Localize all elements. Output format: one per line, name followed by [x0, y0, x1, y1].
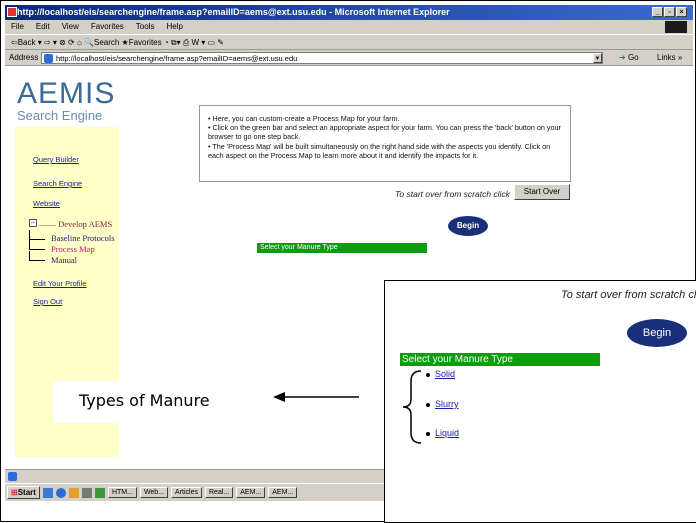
instructions-box: • Here, you can custom-create a Process …: [199, 105, 571, 182]
links-button[interactable]: Links »: [657, 50, 682, 66]
zoom-manure-type-bar[interactable]: Select your Manure Type: [400, 353, 600, 366]
tree-branch-line: [29, 230, 45, 240]
zoom-begin-button[interactable]: Begin: [627, 319, 687, 347]
ie-icon: [7, 7, 17, 17]
address-label: Address: [9, 53, 39, 62]
task-button[interactable]: AEM...: [236, 487, 266, 498]
begin-button[interactable]: Begin: [448, 216, 488, 236]
address-dropdown-icon[interactable]: ▼: [593, 53, 602, 63]
toolbar-buttons[interactable]: ⇦Back ▾ ⇨ ▾ ⊗ ⟳ ⌂ 🔍Search ★Favorites ◔ ⧉…: [11, 38, 224, 47]
start-button[interactable]: ⊞Start: [7, 486, 40, 499]
slide: http://localhost/eis/searchengine/frame.…: [0, 0, 696, 523]
task-button[interactable]: HTM...: [107, 487, 137, 498]
quicklaunch-app-icon[interactable]: [81, 487, 92, 498]
tree-item-process-map[interactable]: Process Map: [51, 244, 95, 254]
tree-branch-line: [29, 240, 45, 250]
task-button[interactable]: Articles: [171, 487, 202, 498]
sidebar-link-query-builder[interactable]: Query Builder: [33, 155, 79, 164]
menu-tools[interactable]: Tools: [136, 20, 155, 34]
status-ie-icon: [8, 472, 17, 481]
menu-file[interactable]: File: [11, 20, 24, 34]
callout-text: Types of Manure: [79, 391, 210, 410]
address-bar: Address http://localhost/eis/searchengin…: [5, 50, 693, 66]
task-button[interactable]: Real...: [205, 487, 234, 498]
aemis-logo: AEMIS Search Engine: [17, 79, 115, 123]
window-title: http://localhost/eis/searchengine/frame.…: [17, 7, 450, 17]
windows-flag-icon: ⊞: [11, 488, 18, 497]
manure-type-bar[interactable]: Select your Manure Type: [257, 243, 427, 253]
menu-help[interactable]: Help: [166, 20, 182, 34]
bullet-icon: [426, 373, 430, 377]
brace-icon: [402, 370, 422, 444]
maximize-button[interactable]: ▫: [664, 7, 675, 17]
start-over-text: To start over from scratch click: [395, 189, 510, 199]
callout-arrow-icon: [273, 392, 359, 402]
window-controls: _ ▫ ×: [652, 7, 687, 17]
menu-edit[interactable]: Edit: [36, 20, 50, 34]
menu-view[interactable]: View: [62, 20, 79, 34]
start-label: Start: [17, 488, 36, 497]
start-over-button[interactable]: Start Over: [514, 184, 570, 200]
quicklaunch-excel-icon[interactable]: [94, 487, 105, 498]
instruction-2: • Click on the green bar and select an a…: [208, 123, 561, 142]
address-value: http://localhost/eis/searchengine/frame.…: [56, 54, 298, 63]
tree-root-label: Develop AEMS: [58, 219, 113, 229]
browser-toolbar[interactable]: ⇦Back ▾ ⇨ ▾ ⊗ ⟳ ⌂ 🔍Search ★Favorites ◔ ⧉…: [5, 34, 693, 50]
sidebar-link-search-engine[interactable]: Search Engine: [33, 179, 82, 188]
minimize-button[interactable]: _: [652, 7, 663, 17]
collapse-icon[interactable]: −: [29, 219, 37, 227]
quicklaunch-ie-icon[interactable]: [55, 487, 66, 498]
logo-title: AEMIS: [17, 77, 116, 110]
go-button[interactable]: ➜ Go: [619, 50, 639, 66]
manure-option-solid[interactable]: Solid: [435, 369, 455, 379]
sidebar-link-sign-out[interactable]: Sign Out: [33, 297, 62, 306]
manure-option-slurry[interactable]: Slurry: [435, 399, 459, 409]
go-label: Go: [627, 53, 639, 62]
sidebar-link-website[interactable]: Website: [33, 199, 60, 208]
menu-bar: File Edit View Favorites Tools Help: [5, 20, 693, 34]
tree-branch-line: [29, 251, 45, 261]
manure-option-liquid[interactable]: Liquid: [435, 428, 459, 438]
task-button[interactable]: AEM...: [268, 487, 298, 498]
window-titlebar: http://localhost/eis/searchengine/frame.…: [5, 5, 693, 20]
go-arrow-icon: ➜: [619, 53, 626, 62]
bullet-icon: [426, 403, 430, 407]
windows-logo-icon: [665, 21, 687, 33]
sidebar-link-edit-profile[interactable]: Edit Your Profile: [33, 279, 86, 288]
instruction-1: • Here, you can custom-create a Process …: [208, 114, 400, 123]
zoom-start-over-text: To start over from scratch click: [561, 289, 696, 301]
instruction-3: • The 'Process Map' will be built simult…: [208, 141, 551, 160]
menu-favorites[interactable]: Favorites: [91, 20, 124, 34]
close-button[interactable]: ×: [676, 7, 687, 17]
task-button[interactable]: Web...: [139, 487, 169, 498]
quicklaunch-desktop-icon[interactable]: [42, 487, 53, 498]
tree-root-label-wrap: —— Develop AEMS: [39, 219, 113, 229]
tree-item-manual[interactable]: Manual: [51, 255, 77, 265]
address-input[interactable]: http://localhost/eis/searchengine/frame.…: [41, 52, 603, 64]
tree-item-baseline-protocols[interactable]: Baseline Protocols: [51, 233, 115, 243]
bullet-icon: [426, 432, 430, 436]
page-icon: [44, 54, 53, 63]
zoom-inset: To start over from scratch click Begin S…: [384, 280, 696, 523]
quicklaunch-outlook-icon[interactable]: [68, 487, 79, 498]
logo-subtitle: Search Engine: [17, 108, 103, 123]
